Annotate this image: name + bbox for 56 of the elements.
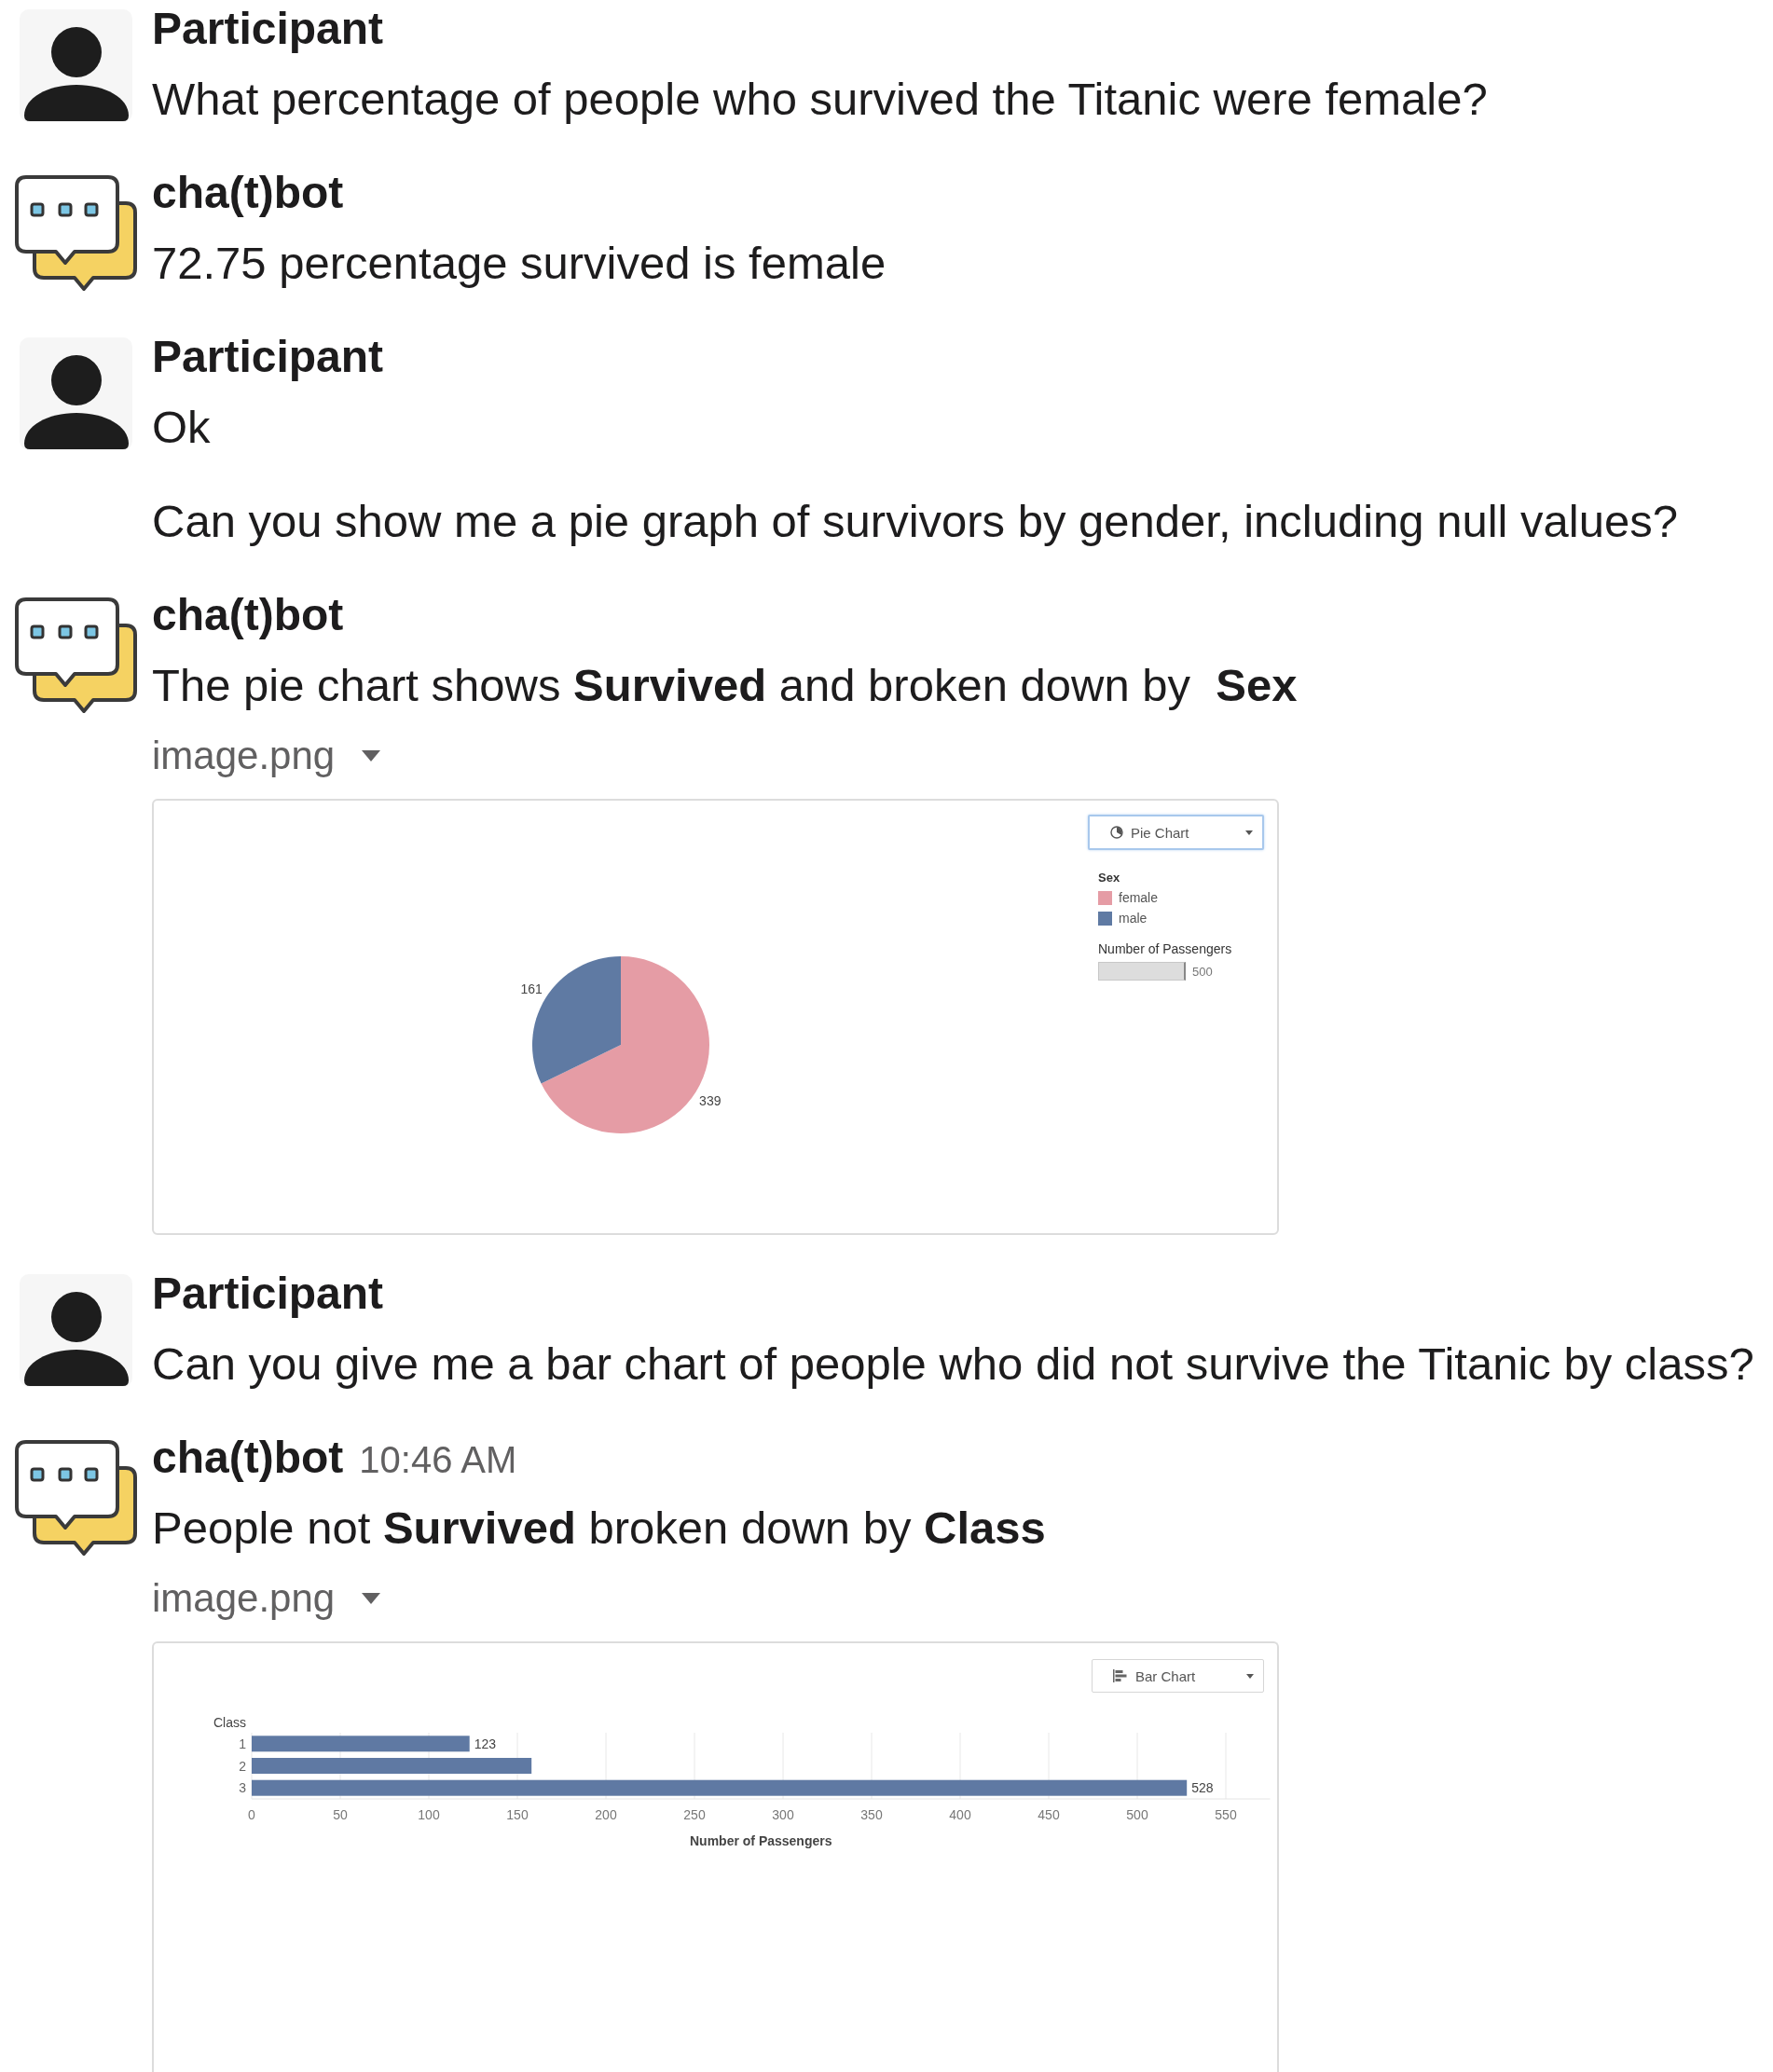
legend-label: female (1119, 890, 1159, 905)
category-label: 1 (239, 1736, 246, 1751)
data-label: 123 (474, 1736, 497, 1751)
data-label: 528 (1191, 1780, 1214, 1796)
person-avatar-icon (20, 1274, 132, 1387)
author-name: cha(t)bot (152, 167, 344, 219)
tick-label: 350 (860, 1807, 883, 1822)
message-text: What percentage of people who survived the Titanic were female? (152, 73, 1488, 126)
category-label: 3 (239, 1780, 246, 1796)
caret-icon (361, 750, 382, 762)
timestamp: 10:46 AM (359, 1438, 517, 1482)
tick-label: 0 (248, 1807, 255, 1822)
tick-label: 100 (418, 1807, 440, 1822)
person-avatar-icon (20, 337, 132, 450)
axis-title: Number of Passengers (690, 1833, 832, 1848)
message-text: 72.75 percentage survived is female (152, 237, 886, 290)
chat-bubbles-icon (13, 173, 139, 293)
caret-icon (1246, 1673, 1254, 1679)
chat-bubbles-icon (13, 1438, 139, 1557)
attachment-toggle[interactable]: image.png (152, 720, 382, 791)
person-avatar-icon (20, 9, 132, 122)
tick-label: 500 (1126, 1807, 1148, 1822)
author-name: Participant (152, 3, 384, 55)
caret-icon (1245, 830, 1253, 835)
bar-chart-icon (1113, 1669, 1128, 1682)
data-label: 161 (520, 981, 543, 997)
chart-type-dropdown[interactable]: Pie Chart (1088, 815, 1264, 850)
author-name: Participant (152, 331, 384, 383)
legend-title: Number of Passengers (1098, 940, 1232, 958)
data-label: 339 (699, 1092, 722, 1108)
tick-label: 250 (683, 1807, 706, 1822)
legend-label: male (1119, 911, 1148, 926)
tick-label: 200 (595, 1807, 617, 1822)
attachment-toggle[interactable]: image.png (152, 1563, 382, 1634)
tick-label: 400 (949, 1807, 971, 1822)
legend-title: Sex (1098, 870, 1120, 886)
category-label: 2 (239, 1758, 246, 1774)
tick-label: 150 (506, 1807, 529, 1822)
author-name: Participant (152, 1268, 384, 1320)
message-text: Ok (152, 401, 211, 454)
axis-title: Class (213, 1715, 246, 1730)
chat-bubbles-icon (13, 596, 139, 715)
message-text: The pie chart shows Survived and broken down by Sex (152, 659, 1298, 712)
message-text: Can you show me a pie graph of survivors by gender, including null values? (152, 495, 1678, 548)
pie-chart-icon (1110, 826, 1123, 839)
caret-icon (361, 1593, 382, 1604)
author-name: cha(t)bot (152, 589, 344, 641)
message-text: Can you give me a bar chart of people who did not survive the Titanic by class? (152, 1338, 1754, 1391)
message-text: People not Survived broken down by Class (152, 1502, 1046, 1555)
tick-label: 300 (772, 1807, 794, 1822)
legend-label: 500 (1192, 964, 1213, 979)
tick-label: 50 (333, 1807, 348, 1822)
tick-label: 550 (1215, 1807, 1237, 1822)
author-name: cha(t)bot (152, 1432, 344, 1484)
chart-type-dropdown[interactable]: Bar Chart (1092, 1659, 1264, 1693)
tick-label: 450 (1038, 1807, 1060, 1822)
